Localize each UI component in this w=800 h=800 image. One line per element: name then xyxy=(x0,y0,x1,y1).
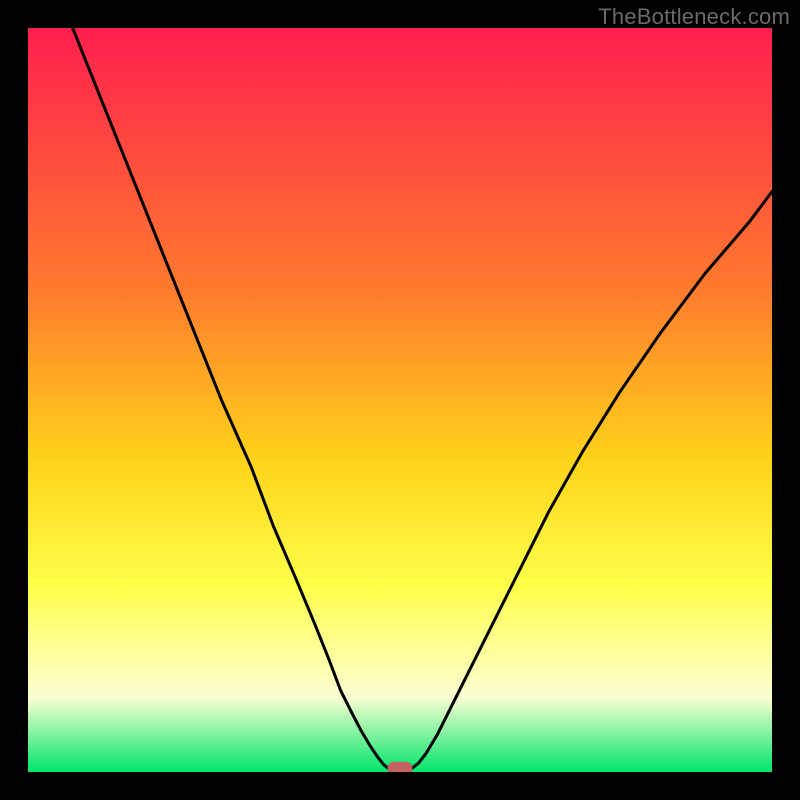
chart-frame: TheBottleneck.com xyxy=(0,0,800,800)
chart-svg xyxy=(28,28,772,772)
watermark-text: TheBottleneck.com xyxy=(598,4,790,30)
plot-area xyxy=(28,28,772,772)
bottleneck-marker xyxy=(388,762,412,772)
gradient-background xyxy=(28,28,772,772)
